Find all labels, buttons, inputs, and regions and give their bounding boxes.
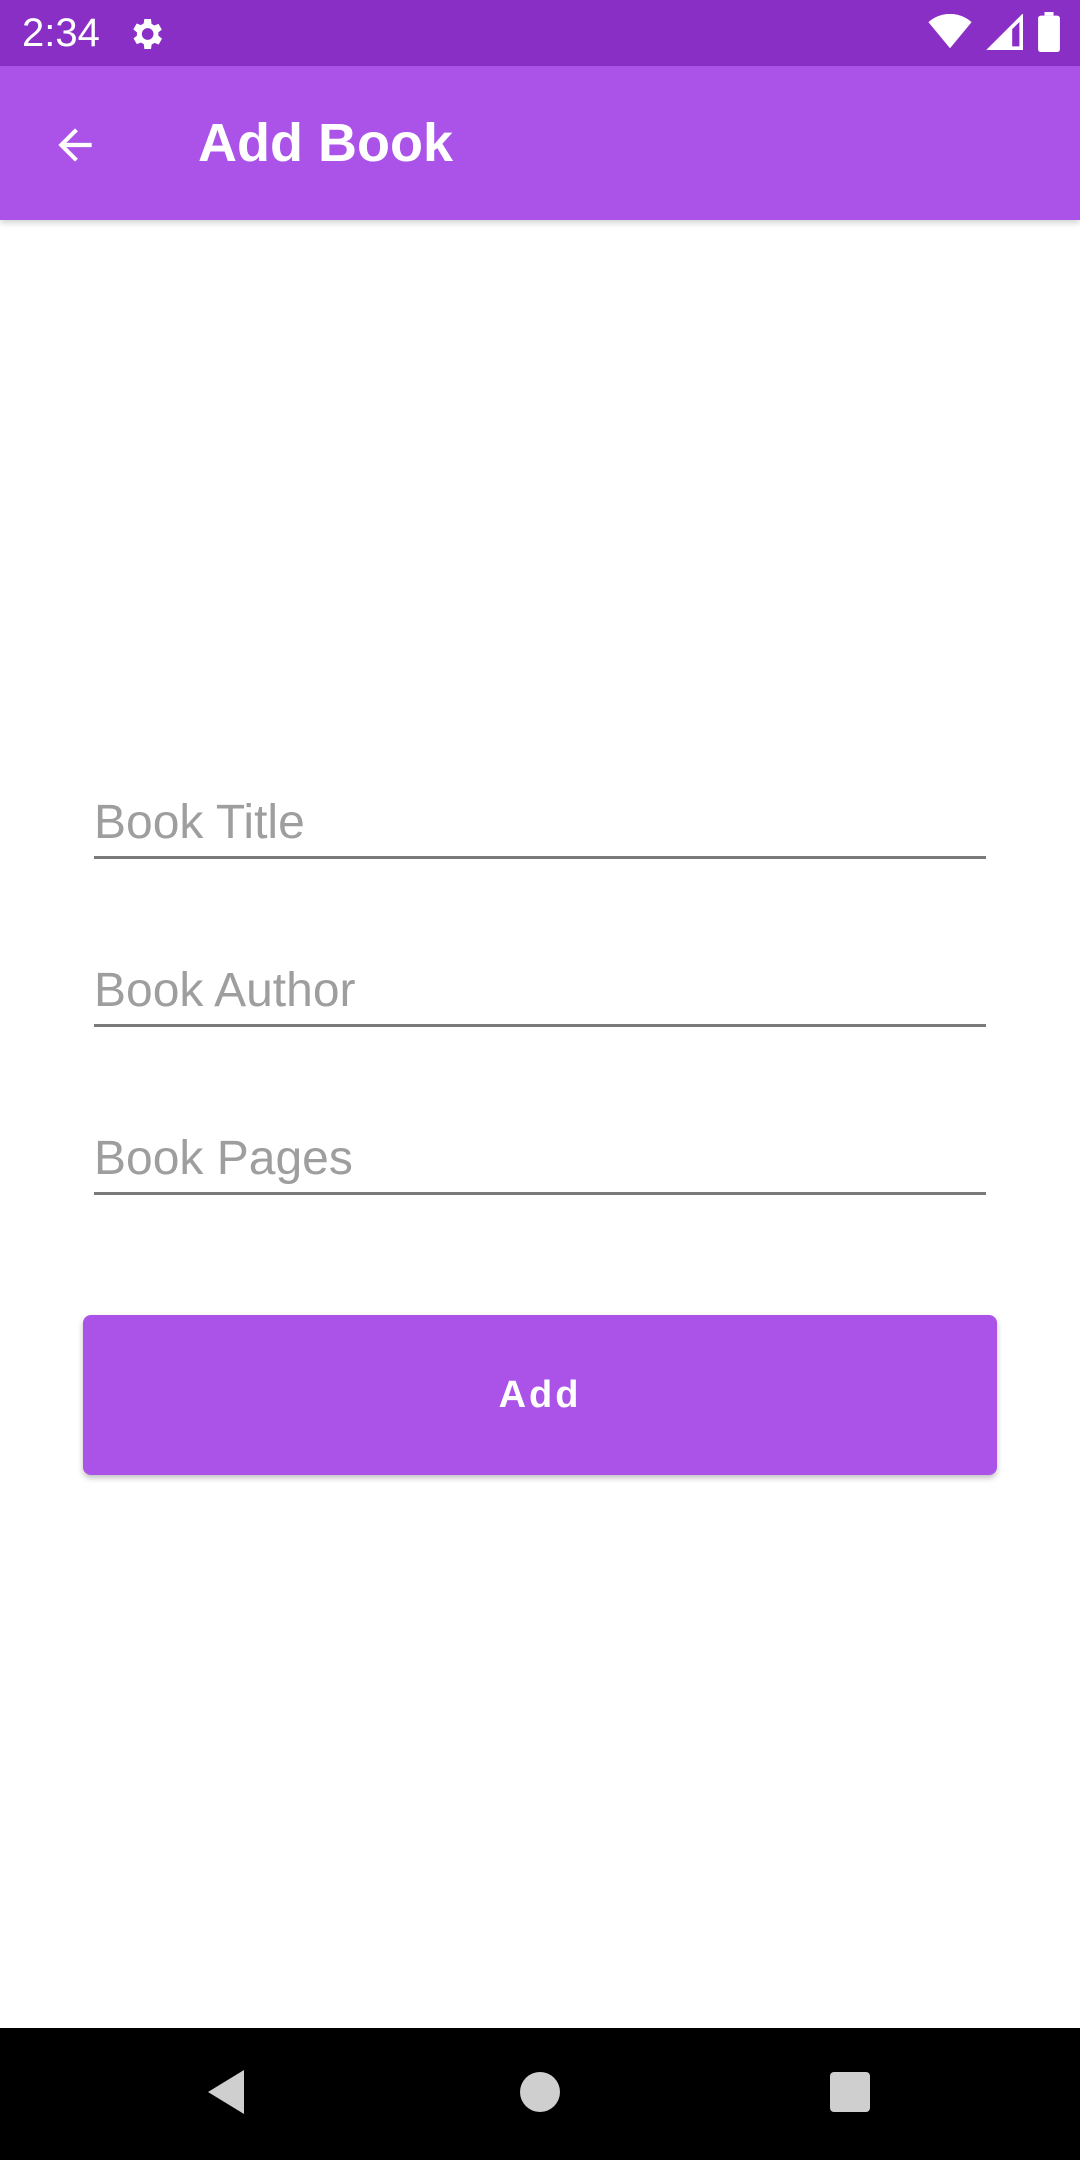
nav-home-icon <box>518 2070 562 2119</box>
status-bar: 2:34 <box>0 0 1080 66</box>
system-nav-bar <box>0 2028 1080 2160</box>
back-button[interactable] <box>40 112 110 182</box>
status-time: 2:34 <box>22 11 100 55</box>
nav-recents-icon <box>828 2070 872 2119</box>
arrow-left-icon <box>50 120 100 175</box>
book-author-input[interactable] <box>94 963 986 1018</box>
battery-icon <box>1038 11 1060 57</box>
wifi-icon <box>928 13 972 55</box>
book-pages-field-container <box>94 1106 986 1195</box>
status-icons <box>928 11 1060 57</box>
nav-back-button[interactable] <box>190 2058 262 2130</box>
cellular-signal-icon <box>986 12 1024 55</box>
book-title-field-container <box>94 770 986 859</box>
page-title: Add Book <box>198 113 453 173</box>
nav-recents-button[interactable] <box>814 2058 886 2130</box>
app-bar: Add Book <box>0 66 1080 220</box>
book-title-input[interactable] <box>94 795 986 850</box>
add-button[interactable]: Add <box>83 1315 997 1475</box>
settings-gear-icon <box>126 14 166 54</box>
add-book-screen: 2:34 Add Book Book Title Book Author Boo… <box>0 0 1080 2160</box>
book-author-field-container <box>94 938 986 1027</box>
nav-home-button[interactable] <box>504 2058 576 2130</box>
book-pages-input[interactable] <box>94 1131 986 1186</box>
nav-back-icon <box>204 2068 248 2121</box>
